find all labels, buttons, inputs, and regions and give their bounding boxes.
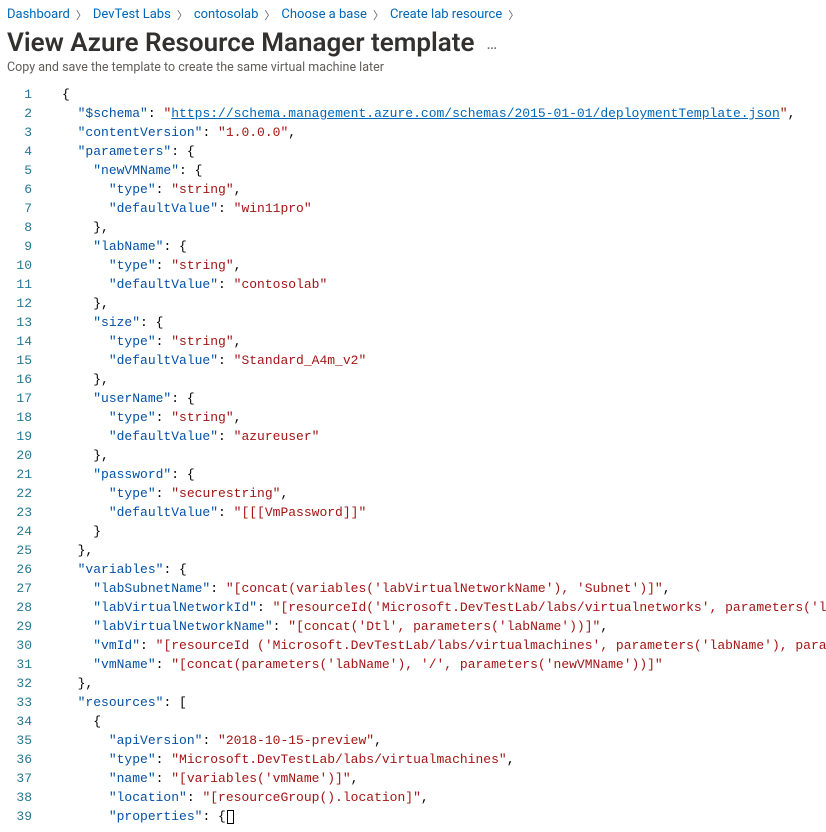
line-number: 25 [0, 541, 40, 560]
line-number: 23 [0, 503, 40, 522]
code-line[interactable]: 22 "type": "securestring", [0, 484, 826, 503]
line-number: 38 [0, 788, 40, 807]
code-line[interactable]: 27 "labSubnetName": "[concat(variables('… [0, 579, 826, 598]
line-number: 30 [0, 636, 40, 655]
breadcrumb-item[interactable]: DevTest Labs [93, 7, 171, 22]
code-line[interactable]: 15 "defaultValue": "Standard_A4m_v2" [0, 351, 826, 370]
line-number: 5 [0, 161, 40, 180]
code-line[interactable]: 13 "size": { [0, 313, 826, 332]
line-number: 24 [0, 522, 40, 541]
code-line[interactable]: 19 "defaultValue": "azureuser" [0, 427, 826, 446]
code-line[interactable]: 30 "vmId": "[resourceId ('Microsoft.DevT… [0, 636, 826, 655]
breadcrumb-item[interactable]: contosolab [194, 7, 259, 22]
code-line[interactable]: 4 "parameters": { [0, 142, 826, 161]
line-number: 17 [0, 389, 40, 408]
line-number: 33 [0, 693, 40, 712]
line-number: 31 [0, 655, 40, 674]
line-number: 18 [0, 408, 40, 427]
chevron-right-icon: 〉 [76, 7, 87, 23]
line-number: 27 [0, 579, 40, 598]
line-number: 26 [0, 560, 40, 579]
breadcrumb-item[interactable]: Create lab resource [390, 7, 502, 22]
chevron-right-icon: 〉 [508, 7, 519, 23]
code-line[interactable]: 6 "type": "string", [0, 180, 826, 199]
code-editor[interactable]: 1{2 "$schema": "https://schema.managemen… [0, 85, 826, 826]
chevron-right-icon: 〉 [264, 7, 275, 23]
code-line[interactable]: 2 "$schema": "https://schema.management.… [0, 104, 826, 123]
line-number: 39 [0, 807, 40, 826]
page-subtitle: Copy and save the template to create the… [0, 58, 826, 85]
code-line[interactable]: 25 }, [0, 541, 826, 560]
code-line[interactable]: 20 }, [0, 446, 826, 465]
line-number: 22 [0, 484, 40, 503]
breadcrumb-item[interactable]: Choose a base [281, 7, 367, 22]
line-number: 35 [0, 731, 40, 750]
line-number: 1 [0, 85, 40, 104]
line-number: 20 [0, 446, 40, 465]
code-line[interactable]: 34 { [0, 712, 826, 731]
line-number: 4 [0, 142, 40, 161]
line-number: 28 [0, 598, 40, 617]
code-line[interactable]: 1{ [0, 85, 826, 104]
code-line[interactable]: 11 "defaultValue": "contosolab" [0, 275, 826, 294]
line-number: 37 [0, 769, 40, 788]
code-line[interactable]: 7 "defaultValue": "win11pro" [0, 199, 826, 218]
code-line[interactable]: 9 "labName": { [0, 237, 826, 256]
code-line[interactable]: 29 "labVirtualNetworkName": "[concat('Dt… [0, 617, 826, 636]
code-line[interactable]: 24 } [0, 522, 826, 541]
line-number: 8 [0, 218, 40, 237]
code-line[interactable]: 12 }, [0, 294, 826, 313]
line-number: 2 [0, 104, 40, 123]
line-number: 36 [0, 750, 40, 769]
line-number: 3 [0, 123, 40, 142]
page-title: View Azure Resource Manager template [7, 28, 474, 58]
code-line[interactable]: 23 "defaultValue": "[[[VmPassword]]" [0, 503, 826, 522]
line-number: 10 [0, 256, 40, 275]
line-number: 14 [0, 332, 40, 351]
code-line[interactable]: 5 "newVMName": { [0, 161, 826, 180]
code-line[interactable]: 35 "apiVersion": "2018-10-15-preview", [0, 731, 826, 750]
line-number: 29 [0, 617, 40, 636]
code-line[interactable]: 39 "properties": { [0, 807, 826, 826]
line-number: 15 [0, 351, 40, 370]
code-line[interactable]: 17 "userName": { [0, 389, 826, 408]
line-number: 6 [0, 180, 40, 199]
line-number: 13 [0, 313, 40, 332]
chevron-right-icon: 〉 [177, 7, 188, 23]
line-number: 11 [0, 275, 40, 294]
code-line[interactable]: 8 }, [0, 218, 826, 237]
line-number: 32 [0, 674, 40, 693]
code-line[interactable]: 16 }, [0, 370, 826, 389]
breadcrumb-item[interactable]: Dashboard [7, 7, 70, 22]
code-line[interactable]: 26 "variables": { [0, 560, 826, 579]
code-line[interactable]: 38 "location": "[resourceGroup().locatio… [0, 788, 826, 807]
code-line[interactable]: 31 "vmName": "[concat(parameters('labNam… [0, 655, 826, 674]
line-number: 12 [0, 294, 40, 313]
code-line[interactable]: 32 }, [0, 674, 826, 693]
code-line[interactable]: 36 "type": "Microsoft.DevTestLab/labs/vi… [0, 750, 826, 769]
breadcrumb: Dashboard 〉 DevTest Labs 〉 contosolab 〉 Cho… [0, 0, 826, 26]
line-number: 19 [0, 427, 40, 446]
chevron-right-icon: 〉 [373, 7, 384, 23]
line-number: 7 [0, 199, 40, 218]
line-number: 9 [0, 237, 40, 256]
code-line[interactable]: 21 "password": { [0, 465, 826, 484]
code-line[interactable]: 10 "type": "string", [0, 256, 826, 275]
text-cursor [227, 810, 234, 824]
code-line[interactable]: 3 "contentVersion": "1.0.0.0", [0, 123, 826, 142]
line-number: 21 [0, 465, 40, 484]
line-number: 34 [0, 712, 40, 731]
code-line[interactable]: 28 "labVirtualNetworkId": "[resourceId('… [0, 598, 826, 617]
more-button[interactable]: … [486, 34, 498, 53]
line-number: 16 [0, 370, 40, 389]
code-line[interactable]: 37 "name": "[variables('vmName')]", [0, 769, 826, 788]
code-line[interactable]: 14 "type": "string", [0, 332, 826, 351]
code-line[interactable]: 33 "resources": [ [0, 693, 826, 712]
code-line[interactable]: 18 "type": "string", [0, 408, 826, 427]
